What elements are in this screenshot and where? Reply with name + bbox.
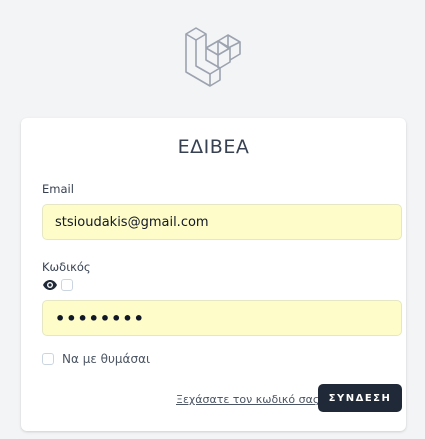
email-value: stsioudakis@gmail.com (55, 214, 209, 230)
email-field[interactable]: stsioudakis@gmail.com (42, 204, 402, 240)
remember-me[interactable]: Να με θυμάσαι (42, 352, 150, 366)
remember-checkbox[interactable] (42, 353, 54, 365)
form-title: ΕΔΙΒΕΑ (177, 136, 250, 158)
remember-label: Να με θυμάσαι (62, 352, 151, 366)
password-label: Κωδικός (42, 260, 91, 274)
show-password-checkbox[interactable] (61, 279, 73, 291)
password-field[interactable]: •••••••• (42, 300, 402, 336)
show-password-toggle[interactable] (42, 278, 73, 292)
logo[interactable] (0, 20, 425, 90)
password-value: •••••••• (55, 308, 145, 328)
login-button[interactable]: ΣΥΝΔΕΣΗ (318, 384, 402, 412)
laravel-logo-icon (184, 27, 241, 87)
eye-icon[interactable] (42, 279, 58, 291)
email-label: Email (42, 182, 74, 196)
forgot-password-link[interactable]: Ξεχάσατε τον κωδικό σας; (176, 393, 323, 406)
login-card: ΕΔΙΒΕΑ Email stsioudakis@gmail.com Κωδικ… (21, 118, 406, 431)
